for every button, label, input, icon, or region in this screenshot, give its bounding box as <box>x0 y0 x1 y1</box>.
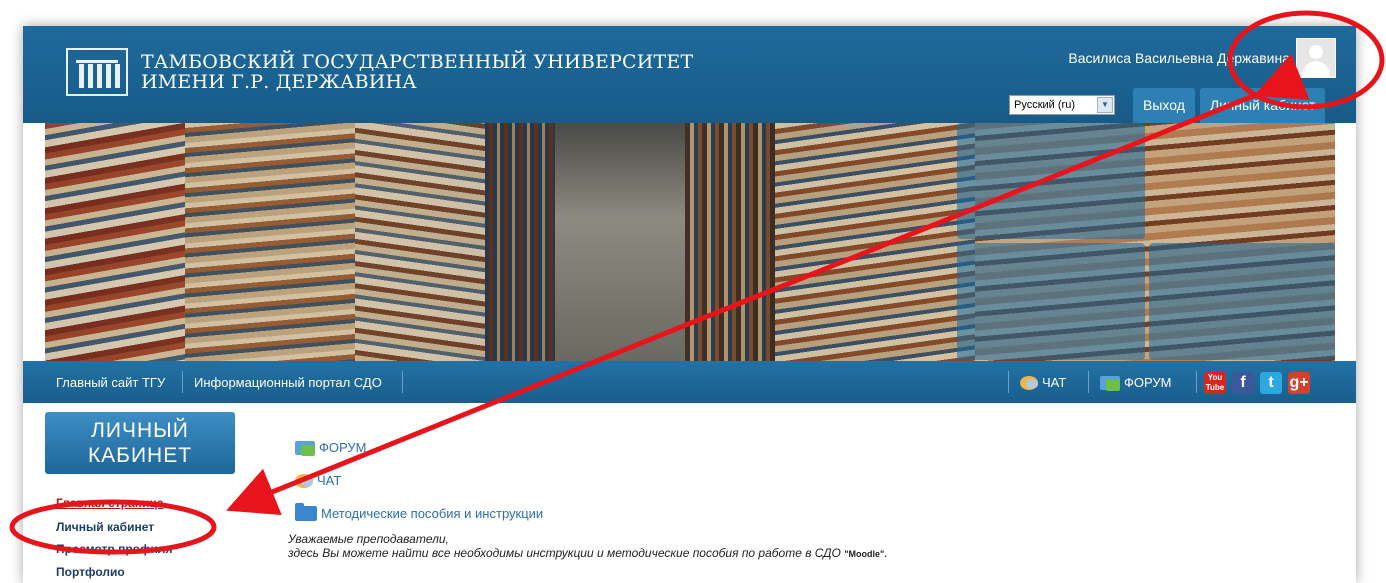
methods-link[interactable]: Методические пособия и инструкции <box>295 503 544 521</box>
university-name-line2: ИМЕНИ Г.Р. ДЕРЖАВИНА <box>141 71 417 93</box>
chat-link[interactable]: ЧАТ <box>295 473 341 488</box>
user-avatar-icon[interactable] <box>1296 38 1336 78</box>
forum-link[interactable]: ФОРУМ <box>295 440 367 456</box>
forum-icon <box>295 441 315 456</box>
nav-divider <box>182 371 183 393</box>
main-navbar: Главный сайт ТГУ Информационный портал С… <box>23 361 1356 403</box>
nav-portal-link[interactable]: Информационный портал СДО <box>194 375 382 390</box>
methods-link-label: Методические пособия и инструкции <box>321 506 544 521</box>
cabinet-button[interactable]: Личный кабинет <box>1200 88 1326 123</box>
forum-icon <box>1100 376 1120 391</box>
nav-main-site-link[interactable]: Главный сайт ТГУ <box>56 375 165 390</box>
sidebar-item-home[interactable]: Главная страница <box>56 496 164 510</box>
notice-text: Уважаемые преподаватели, здесь Вы можете… <box>288 532 887 561</box>
forum-link-label: ФОРУМ <box>319 440 367 455</box>
sidebar-item-portfolio[interactable]: Портфолио <box>56 565 125 579</box>
sidebar-item-cabinet[interactable]: Личный кабинет <box>56 520 154 534</box>
sidebar-block-title-line2: КАБИНЕТ <box>87 444 193 467</box>
notice-line2: здесь Вы можете найти все необходимы инс… <box>288 546 841 560</box>
nav-divider <box>1008 371 1009 393</box>
user-name-link[interactable]: Василиса Васильевна Державина <box>1068 50 1290 66</box>
sidebar-cabinet-block: ЛИЧНЫЙ КАБИНЕТ <box>45 412 235 474</box>
page: ТАМБОВСКИЙ ГОСУДАРСТВЕННЫЙ УНИВЕРСИТЕТ И… <box>23 26 1356 583</box>
notice-line1: Уважаемые преподаватели, <box>288 532 449 546</box>
banner-tile <box>957 243 1145 360</box>
nav-chat-label: ЧАТ <box>1042 375 1067 390</box>
university-name[interactable]: ТАМБОВСКИЙ ГОСУДАРСТВЕННЫЙ УНИВЕРСИТЕТ И… <box>141 52 693 92</box>
chat-icon <box>295 474 313 488</box>
banner-image <box>45 123 1335 361</box>
chat-icon <box>1020 376 1038 390</box>
nav-divider <box>1196 371 1197 393</box>
chevron-down-icon: ▼ <box>1097 97 1113 113</box>
university-name-line1: ТАМБОВСКИЙ ГОСУДАРСТВЕННЫЙ УНИВЕРСИТЕТ <box>141 51 694 73</box>
language-select[interactable]: Русский (ru) ▼ <box>1009 95 1115 115</box>
facebook-icon[interactable]: f <box>1232 372 1254 394</box>
sidebar-block-title-line1: ЛИЧНЫЙ <box>91 419 189 442</box>
banner-tile <box>957 123 1145 239</box>
nav-forum-link[interactable]: ФОРУМ <box>1100 375 1172 391</box>
folder-icon <box>295 503 317 521</box>
logout-button[interactable]: Выход <box>1133 88 1195 123</box>
university-logo-icon[interactable] <box>66 48 128 96</box>
nav-forum-label: ФОРУМ <box>1124 375 1172 390</box>
gplus-icon[interactable]: g+ <box>1288 372 1310 394</box>
nav-divider <box>402 371 403 393</box>
language-select-value: Русский (ru) <box>1014 99 1075 111</box>
site-header: ТАМБОВСКИЙ ГОСУДАРСТВЕННЫЙ УНИВЕРСИТЕТ И… <box>23 26 1356 123</box>
notice-moodle: "Moodle". <box>844 549 887 559</box>
sidebar-item-profile[interactable]: Просмотр профиля <box>56 542 173 556</box>
youtube-icon[interactable]: You Tube <box>1204 372 1226 394</box>
banner-tile <box>1149 243 1335 360</box>
twitter-icon[interactable]: t <box>1260 372 1282 394</box>
chat-link-label: ЧАТ <box>317 473 342 488</box>
nav-chat-link[interactable]: ЧАТ <box>1020 375 1066 390</box>
nav-divider <box>1088 371 1089 393</box>
